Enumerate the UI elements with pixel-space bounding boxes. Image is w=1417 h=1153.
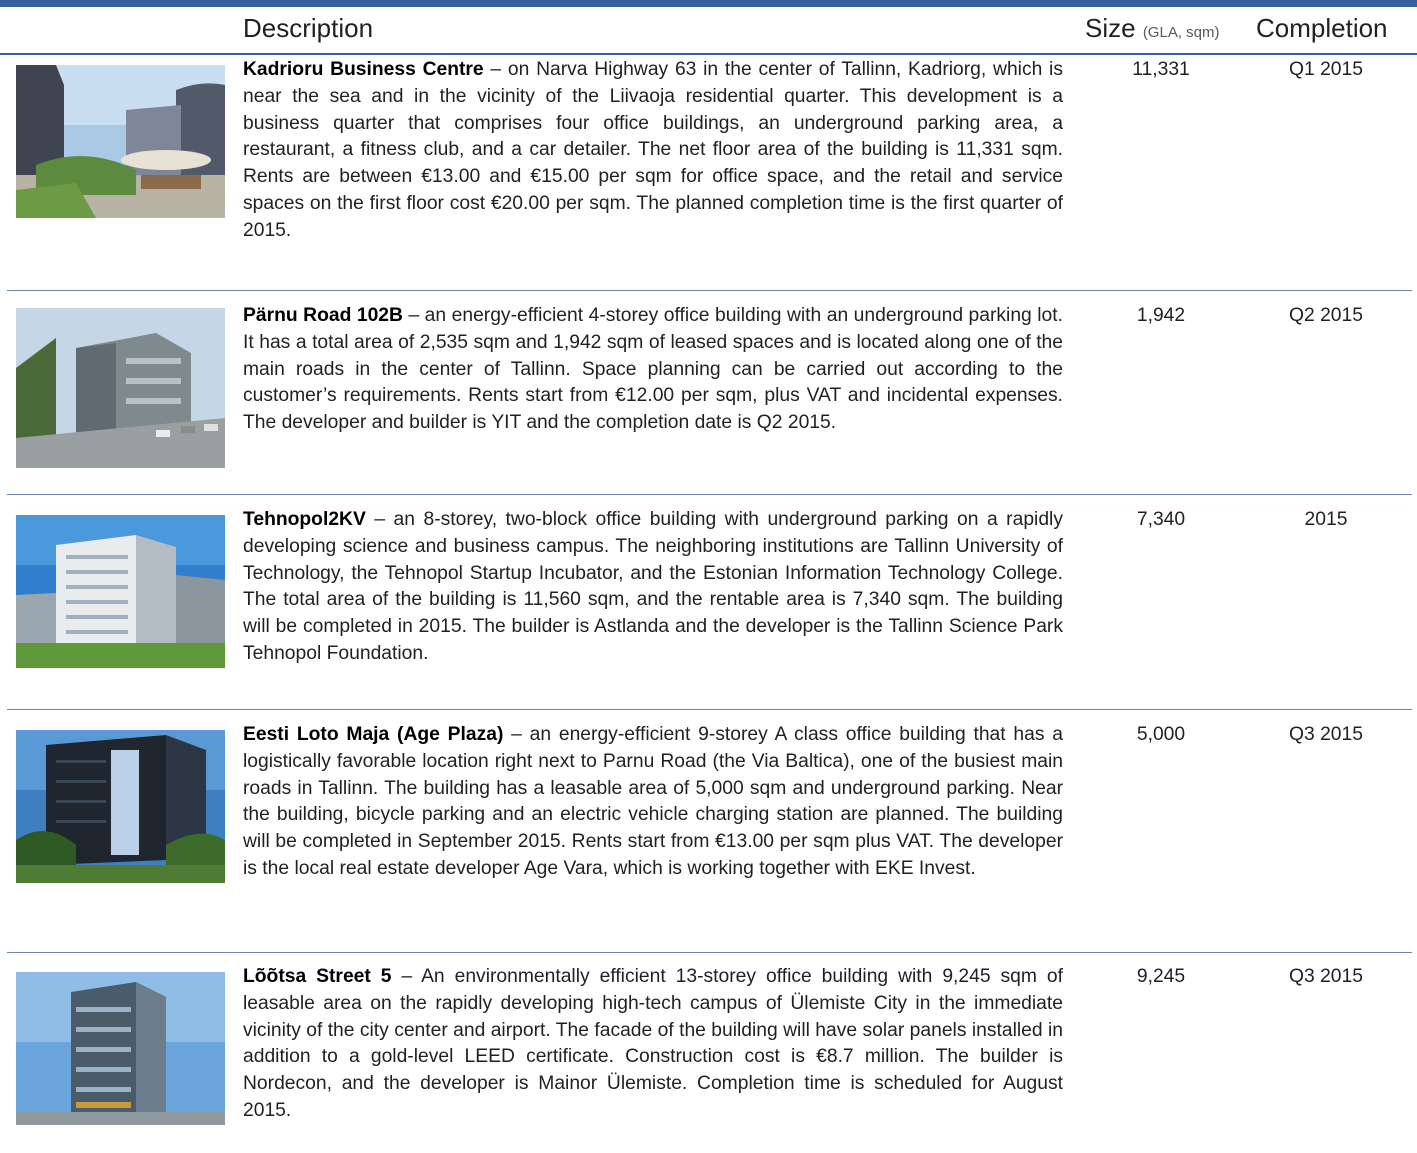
row-size: 7,340 (1136, 509, 1186, 530)
header-size: Size (GLA, sqm) (1085, 13, 1220, 44)
project-text: – an 8-storey, two-block office building… (243, 509, 1063, 664)
building-photo (16, 308, 225, 468)
project-text: – An environmentally efficient 13-storey… (243, 966, 1063, 1121)
header-description: Description (243, 13, 374, 43)
project-text: – on Narva Highway 63 in the center of T… (243, 59, 1063, 241)
row-description: Kadrioru Business Centre – on Narva High… (243, 57, 1063, 245)
project-name: Lõõtsa Street 5 (243, 966, 392, 987)
table-row: Lõõtsa Street 5 – An environmentally eff… (7, 962, 1412, 1153)
row-description: Tehnopol2KV – an 8-storey, two-block off… (243, 507, 1063, 668)
top-rule (0, 0, 1417, 7)
row-completion: Q3 2015 (1289, 724, 1363, 745)
building-photo (16, 515, 225, 668)
project-name: Kadrioru Business Centre (243, 59, 484, 80)
project-name: Eesti Loto Maja (Age Plaza) (243, 724, 504, 745)
row-description: Lõõtsa Street 5 – An environmentally eff… (243, 964, 1063, 1125)
row-size: 1,942 (1136, 305, 1186, 326)
row-description: Pärnu Road 102B – an energy-efficient 4-… (243, 303, 1063, 437)
row-completion: 2015 (1304, 509, 1348, 530)
table-row: Eesti Loto Maja (Age Plaza) – an energy-… (7, 720, 1412, 953)
building-photo (16, 730, 225, 883)
project-name: Tehnopol2KV (243, 509, 366, 530)
header-completion: Completion (1256, 13, 1388, 43)
project-name: Pärnu Road 102B (243, 305, 403, 326)
table-row: Kadrioru Business Centre – on Narva High… (7, 55, 1412, 291)
building-photo (16, 65, 225, 218)
header-size-unit: (GLA, sqm) (1142, 24, 1220, 41)
building-photo (16, 972, 225, 1125)
table-row: Pärnu Road 102B – an energy-efficient 4-… (7, 301, 1412, 495)
row-completion: Q1 2015 (1289, 59, 1363, 80)
row-completion: Q2 2015 (1289, 305, 1363, 326)
row-description: Eesti Loto Maja (Age Plaza) – an energy-… (243, 722, 1063, 883)
header-size-label: Size (1085, 13, 1136, 43)
project-text: – an energy-efficient 9-storey A class o… (243, 724, 1063, 879)
table-row: Tehnopol2KV – an 8-storey, two-block off… (7, 505, 1412, 710)
table-header: Description Size (GLA, sqm) Completion (0, 7, 1417, 55)
row-completion: Q3 2015 (1289, 966, 1363, 987)
row-size: 9,245 (1136, 966, 1186, 987)
row-size: 5,000 (1136, 724, 1186, 745)
row-size: 11,331 (1132, 59, 1190, 80)
